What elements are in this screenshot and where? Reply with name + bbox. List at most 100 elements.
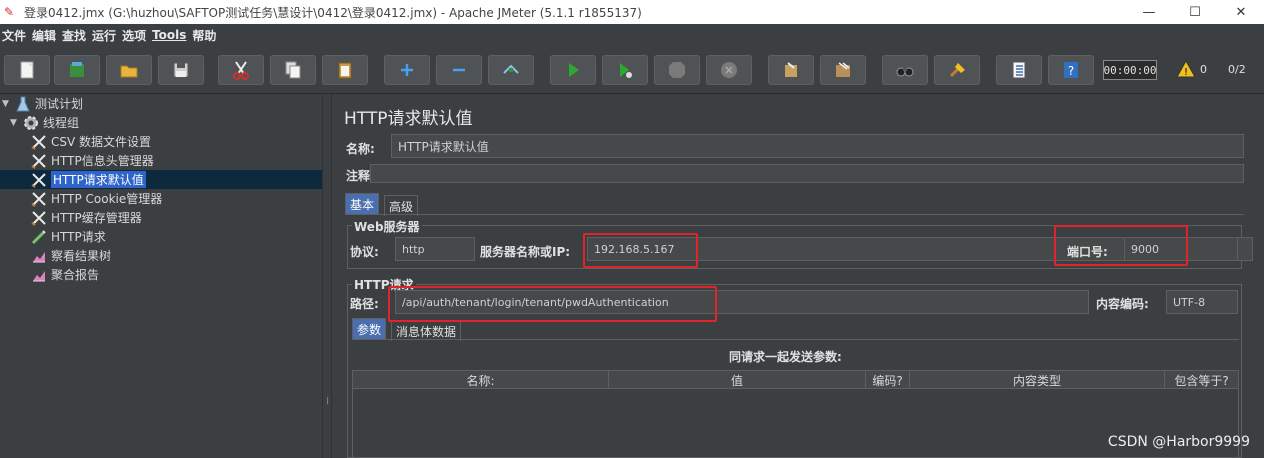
clear-button[interactable] xyxy=(768,55,814,85)
tree-item-view-results-tree[interactable]: 察看结果树 xyxy=(30,246,111,265)
start-no-pause-icon xyxy=(620,63,632,78)
content-encoding-input[interactable]: UTF-8 xyxy=(1166,290,1238,314)
title-bar: ✎ 登录0412.jmx (G:\huzhou\SAFTOP测试任务\慧设计\0… xyxy=(0,0,1264,24)
maximize-button[interactable]: ☐ xyxy=(1172,0,1218,24)
open-icon xyxy=(120,65,138,78)
tree-item-thread-group[interactable]: ▼ 线程组 xyxy=(10,113,79,132)
test-plan-icon xyxy=(14,95,32,113)
search-icon xyxy=(896,67,914,77)
pane-splitter[interactable]: ⁞ xyxy=(322,94,332,458)
column-encode[interactable]: 编码? xyxy=(866,371,910,389)
new-icon xyxy=(20,61,34,79)
config-icon xyxy=(30,171,48,189)
shutdown-button[interactable] xyxy=(706,55,752,85)
start-button[interactable] xyxy=(550,55,596,85)
expand-icon xyxy=(401,64,413,76)
menu-help[interactable]: 帮助 xyxy=(190,27,220,44)
collapse-icon xyxy=(453,68,465,72)
start-icon xyxy=(569,63,579,77)
menu-tools[interactable]: Tools xyxy=(150,28,190,42)
tree-item-header-manager[interactable]: HTTP信息头管理器 xyxy=(30,151,154,170)
column-value[interactable]: 值 xyxy=(609,371,866,389)
watermark: CSDN @Harbor9999 xyxy=(1107,434,1250,450)
cut-button[interactable] xyxy=(218,55,264,85)
menu-run[interactable]: 运行 xyxy=(90,27,120,44)
collapse-arrow-icon[interactable]: ▼ xyxy=(10,118,22,128)
table-header: 名称: 值 编码? 内容类型 包含等于? xyxy=(353,371,1238,389)
test-plan-tree: ▼ 测试计划 ▼ 线程组 CSV 数据文件设置 HTTP信息头管理器 HTTP请… xyxy=(0,94,322,458)
path-label: 路径: xyxy=(350,297,379,311)
column-name[interactable]: 名称: xyxy=(353,371,609,389)
config-icon xyxy=(30,190,48,208)
subtab-divider xyxy=(352,339,1239,340)
tab-parameters[interactable]: 参数 xyxy=(352,318,387,339)
menu-search[interactable]: 查找 xyxy=(60,27,90,44)
expand-all-button[interactable] xyxy=(384,55,430,85)
templates-button[interactable] xyxy=(54,55,100,85)
save-button[interactable] xyxy=(158,55,204,85)
tree-item-cache-manager[interactable]: HTTP缓存管理器 xyxy=(30,208,142,227)
help-button[interactable]: ? xyxy=(1048,55,1094,85)
cut-icon xyxy=(233,61,249,80)
parameters-table[interactable]: 名称: 值 编码? 内容类型 包含等于? xyxy=(352,370,1239,458)
path-input[interactable]: /api/auth/tenant/login/tenant/pwdAuthent… xyxy=(395,290,1089,314)
search-button[interactable] xyxy=(882,55,928,85)
port-label: 端口号: xyxy=(1067,245,1108,259)
tree-item-http-request[interactable]: HTTP请求 xyxy=(30,227,106,246)
copy-button[interactable] xyxy=(270,55,316,85)
close-button[interactable]: ✕ xyxy=(1218,0,1264,24)
tree-item-csv-data-set[interactable]: CSV 数据文件设置 xyxy=(30,132,151,151)
function-helper-button[interactable] xyxy=(996,55,1042,85)
protocol-label: 协议: xyxy=(350,245,379,259)
clear-all-button[interactable] xyxy=(820,55,866,85)
name-input[interactable]: HTTP请求默认值 xyxy=(391,134,1244,158)
clear-all-icon xyxy=(836,62,850,77)
menu-options[interactable]: 选项 xyxy=(120,27,150,44)
minimize-button[interactable]: — xyxy=(1126,0,1172,24)
jmeter-feather-icon: ✎ xyxy=(4,5,15,19)
toggle-icon xyxy=(503,64,519,74)
warning-count: 0 xyxy=(1200,62,1207,76)
menu-file[interactable]: 文件 xyxy=(0,27,30,44)
tree-item-cookie-manager[interactable]: HTTP Cookie管理器 xyxy=(30,189,162,208)
name-label: 名称: xyxy=(346,142,375,156)
config-icon xyxy=(30,133,48,151)
tree-item-test-plan[interactable]: ▼ 测试计划 xyxy=(2,94,83,113)
warning-icon: ! xyxy=(1176,60,1196,78)
column-content-type[interactable]: 内容类型 xyxy=(910,371,1165,389)
tree-item-request-defaults[interactable]: HTTP请求默认值 xyxy=(0,170,322,189)
svg-text:?: ? xyxy=(1068,64,1074,78)
stop-button[interactable] xyxy=(654,55,700,85)
tab-divider xyxy=(345,214,1244,215)
stop-icon xyxy=(669,62,685,78)
svg-text:!: ! xyxy=(1184,67,1188,78)
new-button[interactable] xyxy=(4,55,50,85)
tab-body-data[interactable]: 消息体数据 xyxy=(391,320,462,341)
toggle-button[interactable] xyxy=(488,55,534,85)
column-include-equals[interactable]: 包含等于? xyxy=(1165,371,1238,389)
collapse-all-button[interactable] xyxy=(436,55,482,85)
tab-basic[interactable]: 基本 xyxy=(345,193,380,214)
menu-bar: 文件 编辑 查找 运行 选项 Tools 帮助 xyxy=(0,24,1264,46)
port-input[interactable]: 9000 xyxy=(1124,237,1238,261)
error-counter[interactable]: ! 0 xyxy=(1176,60,1207,78)
start-no-pauses-button[interactable] xyxy=(602,55,648,85)
splitter-grip-icon: ⁞ xyxy=(326,396,330,407)
content-encoding-label: 内容编码: xyxy=(1096,297,1149,311)
menu-edit[interactable]: 编辑 xyxy=(30,27,60,44)
paste-button[interactable] xyxy=(322,55,368,85)
comment-input[interactable] xyxy=(370,164,1244,183)
active-threads: 0/2 xyxy=(1228,63,1246,76)
tree-item-aggregate-report[interactable]: 聚合报告 xyxy=(30,265,99,284)
paste-icon xyxy=(338,62,352,79)
tab-advanced[interactable]: 高级 xyxy=(384,195,419,216)
templates-icon xyxy=(70,62,84,77)
server-name-label: 服务器名称或IP: xyxy=(480,245,571,259)
toolbar: ? 00:00:00 ! 0 0/2 xyxy=(0,46,1264,94)
collapse-arrow-icon[interactable]: ▼ xyxy=(2,99,14,109)
config-icon xyxy=(30,152,48,170)
open-button[interactable] xyxy=(106,55,152,85)
save-icon xyxy=(173,62,189,78)
protocol-input[interactable]: http xyxy=(395,237,475,261)
reset-search-button[interactable] xyxy=(934,55,980,85)
